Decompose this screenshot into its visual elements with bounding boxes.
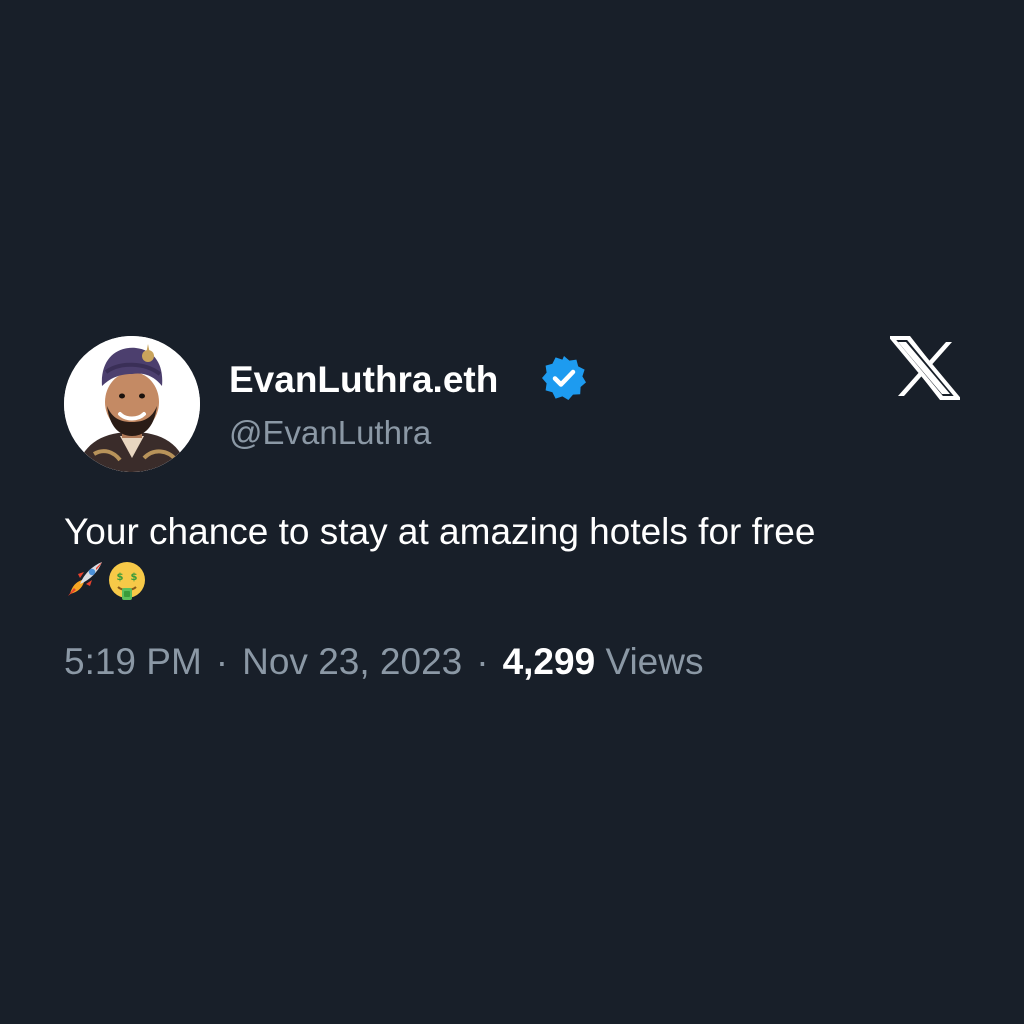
svg-text:$: $: [117, 572, 124, 583]
tweet-text: Your chance to stay at amazing hotels fo…: [64, 511, 816, 552]
svg-text:$: $: [131, 572, 138, 583]
avatar-image: [64, 336, 200, 472]
views-label: Views: [605, 641, 704, 682]
tweet-time[interactable]: 5:19 PM: [64, 641, 202, 682]
tweet-meta: 5:19 PM · Nov 23, 2023 · 4,299 Views: [64, 638, 703, 686]
meta-separator: ·: [476, 641, 489, 682]
meta-separator: ·: [215, 641, 229, 682]
x-logo-icon[interactable]: [890, 336, 960, 400]
author-handle[interactable]: @EvanLuthra: [229, 411, 431, 455]
views-count: 4,299: [502, 641, 596, 682]
author-display-name[interactable]: EvanLuthra.eth: [229, 356, 498, 404]
avatar[interactable]: [64, 336, 200, 472]
tweet-date[interactable]: Nov 23, 2023: [242, 641, 462, 682]
verified-badge-icon: [542, 356, 586, 400]
rocket-emoji: [68, 562, 102, 596]
tweet-emojis: $ $: [62, 560, 148, 602]
money-mouth-face-emoji: $ $: [109, 562, 145, 600]
